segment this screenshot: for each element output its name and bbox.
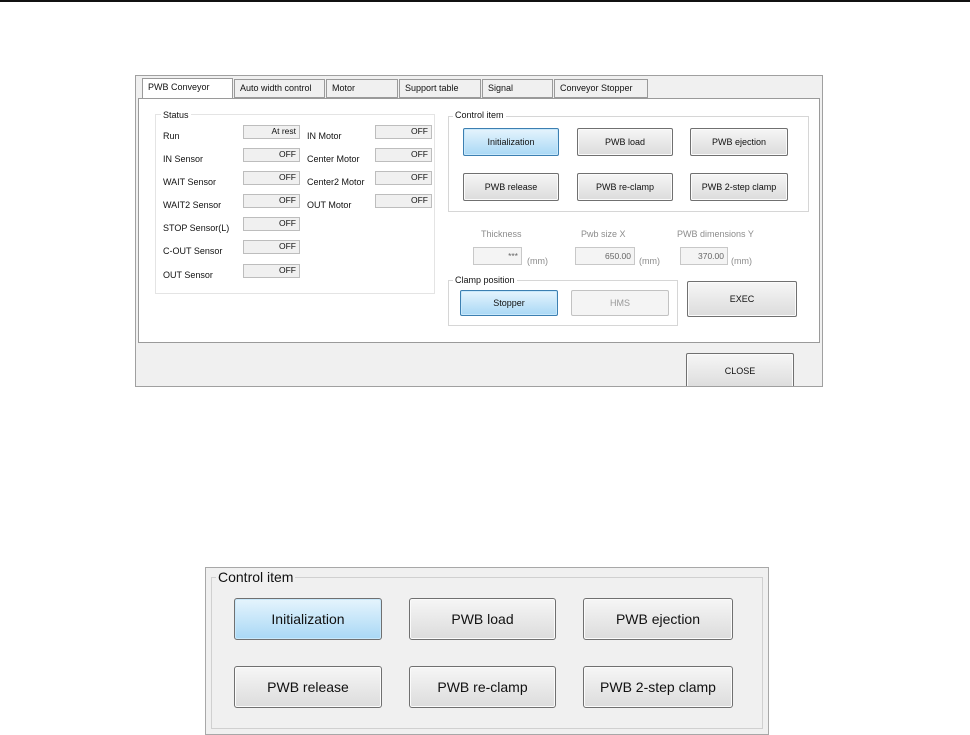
status-label-out-sensor: OUT Sensor bbox=[163, 270, 213, 280]
status-value-run: At rest bbox=[243, 125, 300, 139]
zoom-pwb-re-clamp-button[interactable]: PWB re-clamp bbox=[409, 666, 556, 708]
status-value-c-out-sensor: OFF bbox=[243, 240, 300, 254]
clamp-position-title: Clamp position bbox=[453, 275, 517, 285]
tab-auto-width-control[interactable]: Auto width control bbox=[234, 79, 325, 98]
pwb-size-x-unit: (mm) bbox=[639, 256, 660, 266]
status-label-center2-motor: Center2 Motor bbox=[307, 177, 365, 187]
zoom-pwb-release-button[interactable]: PWB release bbox=[234, 666, 382, 708]
pwb-dimensions-y-field[interactable]: 370.00 bbox=[680, 247, 728, 265]
status-label-stop-sensor: STOP Sensor(L) bbox=[163, 223, 230, 233]
tab-panel-pwb-conveyor: Status Run At rest IN Sensor OFF WAIT Se… bbox=[138, 98, 820, 343]
pwb-dimensions-y-unit: (mm) bbox=[731, 256, 752, 266]
pwb-re-clamp-button[interactable]: PWB re-clamp bbox=[577, 173, 673, 201]
zoom-control-item-title: Control item bbox=[216, 569, 296, 585]
pwb-load-button[interactable]: PWB load bbox=[577, 128, 673, 156]
status-value-center2-motor: OFF bbox=[375, 171, 432, 185]
status-label-c-out-sensor: C-OUT Sensor bbox=[163, 246, 223, 256]
thickness-field[interactable]: *** bbox=[473, 247, 522, 265]
status-value-center-motor: OFF bbox=[375, 148, 432, 162]
zoom-pwb-load-button[interactable]: PWB load bbox=[409, 598, 556, 640]
pwb-dimensions-y-label: PWB dimensions Y bbox=[677, 229, 754, 239]
zoom-initialization-button[interactable]: Initialization bbox=[234, 598, 382, 640]
hms-button[interactable]: HMS bbox=[571, 290, 669, 316]
status-value-out-sensor: OFF bbox=[243, 264, 300, 278]
status-value-stop-sensor: OFF bbox=[243, 217, 300, 231]
pwb-2-step-clamp-button[interactable]: PWB 2-step clamp bbox=[690, 173, 788, 201]
page-top-rule bbox=[0, 0, 970, 2]
thickness-unit: (mm) bbox=[527, 256, 548, 266]
control-item-title: Control item bbox=[453, 110, 506, 120]
status-label-out-motor: OUT Motor bbox=[307, 200, 352, 210]
pwb-ejection-button[interactable]: PWB ejection bbox=[690, 128, 788, 156]
status-label-center-motor: Center Motor bbox=[307, 154, 360, 164]
initialization-button[interactable]: Initialization bbox=[463, 128, 559, 156]
tab-support-table[interactable]: Support table bbox=[399, 79, 481, 98]
zoom-pwb-2-step-clamp-button[interactable]: PWB 2-step clamp bbox=[583, 666, 733, 708]
zoom-pwb-ejection-button[interactable]: PWB ejection bbox=[583, 598, 733, 640]
status-value-wait-sensor: OFF bbox=[243, 171, 300, 185]
pwb-release-button[interactable]: PWB release bbox=[463, 173, 559, 201]
status-label-in-sensor: IN Sensor bbox=[163, 154, 204, 164]
status-value-in-sensor: OFF bbox=[243, 148, 300, 162]
stopper-button[interactable]: Stopper bbox=[460, 290, 558, 316]
status-value-in-motor: OFF bbox=[375, 125, 432, 139]
status-label-wait2-sensor: WAIT2 Sensor bbox=[163, 200, 222, 210]
status-value-wait2-sensor: OFF bbox=[243, 194, 300, 208]
tab-conveyor-stopper[interactable]: Conveyor Stopper bbox=[554, 79, 648, 98]
status-label-run: Run bbox=[163, 131, 180, 141]
tab-signal[interactable]: Signal bbox=[482, 79, 553, 98]
pwb-size-x-field[interactable]: 650.00 bbox=[575, 247, 635, 265]
tab-motor[interactable]: Motor bbox=[326, 79, 398, 98]
pwb-size-x-label: Pwb size X bbox=[581, 229, 626, 239]
thickness-label: Thickness bbox=[481, 229, 522, 239]
status-label-wait-sensor: WAIT Sensor bbox=[163, 177, 217, 187]
tab-pwb-conveyor[interactable]: PWB Conveyor bbox=[142, 78, 233, 99]
status-value-out-motor: OFF bbox=[375, 194, 432, 208]
exec-button[interactable]: EXEC bbox=[687, 281, 797, 317]
pwb-conveyor-dialog: PWB Conveyor Auto width control Motor Su… bbox=[135, 75, 823, 387]
close-button[interactable]: CLOSE bbox=[686, 353, 794, 386]
status-label-in-motor: IN Motor bbox=[307, 131, 342, 141]
status-title: Status bbox=[161, 110, 191, 120]
control-item-zoom: Control item Initialization PWB load PWB… bbox=[205, 567, 769, 735]
